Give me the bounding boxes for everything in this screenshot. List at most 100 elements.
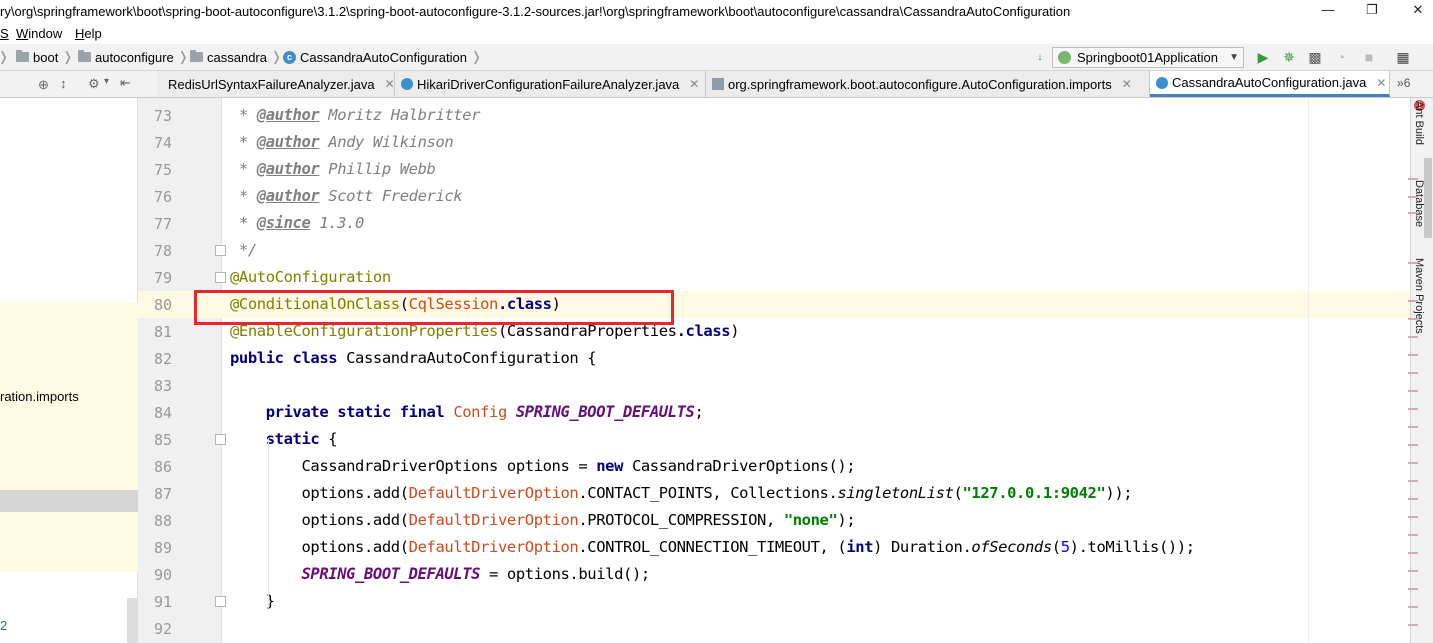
scroll-marker: [1408, 552, 1418, 554]
coverage-icon[interactable]: ▩: [1307, 49, 1323, 65]
line-number: 79: [153, 269, 172, 287]
title-bar: ry\org\springframework\boot\spring-boot-…: [0, 0, 1433, 24]
breadcrumb-item-cassandra[interactable]: cassandra ❭: [190, 49, 282, 65]
scroll-marker: [1408, 516, 1418, 518]
code-text: CassandraDriverOptions options = new Cas…: [301, 457, 856, 475]
code-line: 89 options.add(DefaultDriverOption.CONTR…: [138, 534, 1410, 561]
project-tree-item[interactable]: ration.imports: [0, 389, 79, 404]
code-line: 88 options.add(DefaultDriverOption.PROTO…: [138, 507, 1410, 534]
tab-overflow-count: 6: [1403, 76, 1411, 90]
scroll-marker: [1408, 318, 1418, 320]
right-margin-guide: [1308, 98, 1309, 643]
line-number: 78: [153, 242, 172, 260]
menu-help[interactable]: Help: [75, 26, 102, 41]
scroll-marker: [1408, 336, 1418, 338]
file-icon: [712, 78, 724, 90]
project-panel-selection[interactable]: [0, 490, 138, 512]
breadcrumb-item-boot[interactable]: boot ❭: [16, 49, 73, 65]
code-line: 76 * @author Scott Frederick: [138, 183, 1410, 210]
scroll-marker: [1408, 588, 1418, 590]
code-text: @AutoConfiguration: [230, 268, 391, 286]
scroll-marker: [1408, 300, 1418, 302]
scroll-marker: [1408, 426, 1418, 428]
minimize-button[interactable]: —: [1318, 2, 1338, 20]
breadcrumb-separator: ❭: [0, 49, 9, 65]
debug-icon[interactable]: ✵: [1281, 49, 1297, 65]
code-editor[interactable]: 73 * @author Moritz Halbritter 74 * @aut…: [138, 98, 1410, 643]
code-line: 75 * @author Phillip Webb: [138, 156, 1410, 183]
fold-marker-icon[interactable]: [215, 434, 226, 445]
tab-redis-url-syntax[interactable]: RedisUrlSyntaxFailureAnalyzer.java ✕: [158, 71, 395, 97]
breadcrumb-item-class[interactable]: c CassandraAutoConfiguration ❭: [283, 49, 482, 65]
stop-icon[interactable]: ■: [1361, 49, 1377, 65]
run-icon[interactable]: ▶: [1255, 49, 1271, 65]
tool-window-ant-build[interactable]: Ant Build: [1413, 101, 1425, 145]
project-panel-scrollbar[interactable]: [127, 598, 138, 643]
line-number: 86: [153, 458, 172, 476]
line-number: 88: [153, 512, 172, 530]
project-structure-icon[interactable]: ▦: [1395, 49, 1411, 65]
breadcrumb-separator: ❭: [177, 49, 189, 64]
scroll-marker: [1408, 196, 1418, 198]
line-number: 84: [153, 404, 172, 422]
run-configuration-select[interactable]: Springboot01Application ▼: [1052, 47, 1244, 68]
tab-overflow-button[interactable]: »6: [1397, 76, 1410, 90]
breadcrumb-item-autoconfigure[interactable]: autoconfigure ❭: [78, 49, 189, 65]
sort-icon[interactable]: ↓: [1032, 49, 1048, 65]
hide-icon[interactable]: ⇤: [120, 75, 131, 91]
menu-bar: S Window Help: [0, 24, 1433, 44]
project-tree-item-partial[interactable]: 2: [0, 618, 7, 633]
run-configuration-label: Springboot01Application: [1077, 50, 1218, 65]
menu-partial-item[interactable]: S: [0, 26, 9, 41]
code-line: 84 private static final Config SPRING_BO…: [138, 399, 1410, 426]
scroll-marker: [1408, 624, 1418, 626]
scroll-marker: [1408, 390, 1418, 392]
line-number: 76: [153, 188, 172, 206]
tool-window-maven-projects[interactable]: Maven Projects: [1413, 258, 1425, 334]
tab-label: HikariDriverConfigurationFailureAnalyzer…: [417, 76, 680, 92]
collapse-icon[interactable]: ↕: [60, 76, 67, 91]
code-text: * @author Scott Frederick: [230, 187, 463, 205]
code-line: 74 * @author Andy Wilkinson: [138, 129, 1410, 156]
close-icon[interactable]: ✕: [1122, 77, 1132, 91]
code-line: 83: [138, 372, 1410, 399]
profile-icon[interactable]: ◔: [1333, 49, 1349, 65]
menu-window[interactable]: Window: [16, 26, 62, 41]
scroll-marker: [1408, 444, 1418, 446]
tab-hikari-driver[interactable]: HikariDriverConfigurationFailureAnalyzer…: [395, 71, 706, 97]
fold-marker-icon[interactable]: [215, 272, 226, 283]
scroll-marker: [1408, 262, 1418, 264]
fold-marker-icon[interactable]: [215, 245, 226, 256]
code-text: * @since 1.3.0: [230, 214, 364, 232]
code-line: 86 CassandraDriverOptions options = new …: [138, 453, 1410, 480]
tab-cassandra-auto-configuration[interactable]: CassandraAutoConfiguration.java ✕: [1150, 71, 1390, 97]
fold-marker-icon[interactable]: [215, 596, 226, 607]
window-title-path: ry\org\springframework\boot\spring-boot-…: [0, 4, 1071, 19]
code-line: 79 @AutoConfiguration: [138, 264, 1410, 291]
code-text: SPRING_BOOT_DEFAULTS = options.build();: [301, 565, 650, 583]
gear-dropdown-icon[interactable]: ▾: [104, 76, 109, 87]
close-icon[interactable]: ✕: [385, 77, 395, 91]
close-button[interactable]: ✕: [1408, 2, 1428, 20]
scroll-marker: [1408, 178, 1418, 180]
folder-icon: [78, 50, 91, 62]
scroll-marker: [1408, 372, 1418, 374]
class-icon: [1156, 76, 1168, 89]
breadcrumb-label: cassandra: [207, 49, 267, 65]
close-icon[interactable]: ✕: [1376, 76, 1386, 90]
maximize-button[interactable]: ❐: [1362, 2, 1382, 20]
tab-label: CassandraAutoConfiguration.java: [1172, 75, 1367, 90]
line-number: 83: [153, 377, 172, 395]
editor-scrollbar-thumb[interactable]: [1424, 158, 1432, 238]
line-number: 80: [153, 296, 172, 314]
line-number: 82: [153, 350, 172, 368]
sync-icon[interactable]: ⊕: [38, 77, 49, 93]
tab-autoconfiguration-imports[interactable]: org.springframework.boot.autoconfigure.A…: [706, 71, 1150, 97]
scroll-marker: [1408, 212, 1418, 214]
scroll-marker: [1408, 480, 1418, 482]
breadcrumb-label: autoconfigure: [95, 49, 174, 65]
code-line: 73 * @author Moritz Halbritter: [138, 102, 1410, 129]
scroll-marker: [1408, 354, 1418, 356]
close-icon[interactable]: ✕: [689, 77, 699, 91]
gear-icon[interactable]: ⚙: [88, 76, 100, 92]
